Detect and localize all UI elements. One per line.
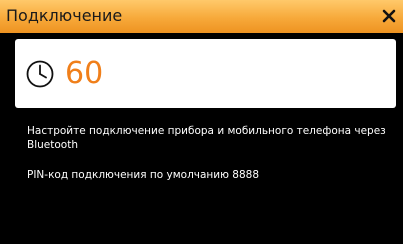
pin-info: PIN-код подключения по умолчанию 8888 — [27, 169, 260, 181]
countdown-panel: 60 — [15, 39, 396, 108]
bluetooth-instruction: Настройте подключение прибора и мобильно… — [27, 125, 386, 151]
dialog-title: Подключение — [6, 6, 123, 25]
countdown-value: 60 — [65, 56, 104, 91]
dialog-titlebar: Подключение — [0, 0, 403, 33]
clock-icon — [25, 59, 55, 89]
close-button[interactable] — [381, 8, 397, 24]
close-icon — [381, 8, 397, 24]
